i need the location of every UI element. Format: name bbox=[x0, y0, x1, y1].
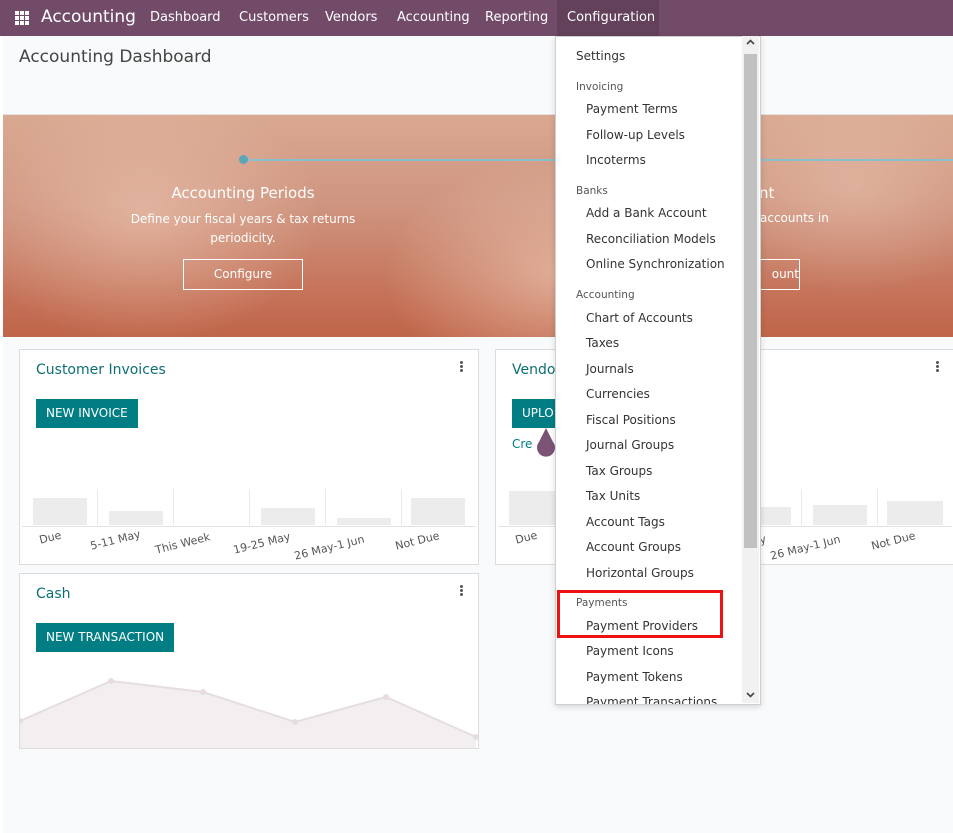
menu-item-add-bank-account[interactable]: Add a Bank Account bbox=[586, 206, 707, 220]
menu-item-currencies[interactable]: Currencies bbox=[586, 387, 650, 401]
onboarding-banner: Accounting Periods Define your fiscal ye… bbox=[3, 115, 953, 337]
cash-card: Cash NEW TRANSACTION bbox=[19, 573, 479, 749]
top-navbar: Accounting Dashboard Customers Vendors A… bbox=[0, 0, 953, 36]
annotation-highlight-box bbox=[557, 590, 723, 638]
menu-customers[interactable]: Customers bbox=[239, 10, 309, 25]
step-description-line: Define your fiscal years & tax returns bbox=[130, 212, 356, 226]
menu-item-follow-up-levels[interactable]: Follow-up Levels bbox=[586, 128, 685, 142]
menu-item-incoterms[interactable]: Incoterms bbox=[586, 153, 646, 167]
cash-line-chart[interactable] bbox=[20, 669, 478, 748]
drag-handle-icon bbox=[537, 428, 555, 457]
page-title: Accounting Dashboard bbox=[19, 47, 212, 67]
onboarding-step-dot bbox=[239, 155, 248, 164]
card-title[interactable]: Cash bbox=[36, 586, 71, 602]
menu-item-chart-of-accounts[interactable]: Chart of Accounts bbox=[586, 311, 693, 325]
menu-item-online-synchronization[interactable]: Online Synchronization bbox=[586, 257, 725, 271]
menu-reporting[interactable]: Reporting bbox=[485, 10, 548, 25]
section-header-accounting: Accounting bbox=[576, 289, 635, 301]
chart-tick-label: 5-11 May bbox=[89, 527, 142, 553]
chart-tick-label: 19-25 May bbox=[232, 529, 292, 557]
create-manually-link[interactable]: Cre bbox=[512, 437, 532, 451]
kebab-menu-icon[interactable] bbox=[460, 361, 464, 373]
section-header-banks: Banks bbox=[576, 185, 608, 197]
step-description-line: periodicity. bbox=[210, 231, 276, 245]
menu-item-settings[interactable]: Settings bbox=[576, 49, 625, 63]
step-accounting-periods-title: Accounting Periods bbox=[171, 184, 315, 202]
chevron-down-icon[interactable] bbox=[746, 690, 755, 702]
menu-accounting[interactable]: Accounting bbox=[397, 10, 470, 25]
kebab-menu-icon[interactable] bbox=[460, 585, 464, 597]
dropdown-scrollbar[interactable] bbox=[742, 36, 759, 703]
configure-button[interactable]: Configure bbox=[183, 259, 303, 290]
new-transaction-button[interactable]: NEW TRANSACTION bbox=[36, 623, 175, 652]
card-title[interactable]: Customer Invoices bbox=[36, 362, 166, 378]
menu-item-tax-units[interactable]: Tax Units bbox=[586, 489, 640, 503]
chart-tick-label: This Week bbox=[154, 530, 212, 557]
chart-tick-label: Due bbox=[38, 528, 63, 547]
new-invoice-button[interactable]: NEW INVOICE bbox=[36, 399, 138, 428]
menu-item-journals[interactable]: Journals bbox=[586, 362, 634, 376]
app-brand[interactable]: Accounting bbox=[41, 7, 136, 27]
kebab-menu-icon[interactable] bbox=[936, 361, 940, 373]
scrollbar-thumb[interactable] bbox=[744, 54, 757, 548]
menu-dashboard[interactable]: Dashboard bbox=[150, 10, 221, 25]
menu-item-journal-groups[interactable]: Journal Groups bbox=[586, 438, 674, 452]
menu-item-tax-groups[interactable]: Tax Groups bbox=[586, 464, 652, 478]
chevron-up-icon[interactable] bbox=[746, 38, 755, 50]
menu-item-horizontal-groups[interactable]: Horizontal Groups bbox=[586, 566, 694, 580]
step-accounting-periods-description: Define your fiscal years & tax returns p… bbox=[123, 210, 363, 248]
section-header-invoicing: Invoicing bbox=[576, 81, 624, 93]
menu-item-fiscal-positions[interactable]: Fiscal Positions bbox=[586, 413, 676, 427]
menu-item-payment-terms[interactable]: Payment Terms bbox=[586, 102, 678, 116]
menu-vendors[interactable]: Vendors bbox=[325, 10, 377, 25]
menu-item-payment-transactions[interactable]: Payment Transactions bbox=[586, 695, 717, 704]
menu-item-account-groups[interactable]: Account Groups bbox=[586, 540, 681, 554]
menu-item-payment-icons[interactable]: Payment Icons bbox=[586, 644, 674, 658]
menu-item-account-tags[interactable]: Account Tags bbox=[586, 515, 665, 529]
chart-tick-label: Not Due bbox=[870, 529, 917, 553]
customer-invoices-card: Customer Invoices NEW INVOICE Due 5-11 M… bbox=[19, 349, 479, 565]
chart-tick-label: 26 May-1 Jun bbox=[293, 532, 366, 563]
chart-tick-label: Not Due bbox=[394, 529, 441, 553]
menu-item-reconciliation-models[interactable]: Reconciliation Models bbox=[586, 232, 716, 246]
step-chart-of-accounts-title: nt bbox=[759, 184, 775, 202]
chart-tick-label: Due bbox=[514, 528, 539, 547]
apps-grid-icon[interactable] bbox=[15, 11, 29, 25]
menu-item-taxes[interactable]: Taxes bbox=[586, 336, 619, 350]
chart-baseline bbox=[22, 526, 476, 527]
menu-item-payment-tokens[interactable]: Payment Tokens bbox=[586, 670, 683, 684]
card-title[interactable]: Vendo bbox=[512, 362, 555, 378]
chart-tick-label: 26 May-1 Jun bbox=[769, 532, 842, 563]
step-chart-of-accounts-description: accounts in bbox=[760, 211, 829, 225]
menu-configuration[interactable]: Configuration bbox=[567, 10, 655, 25]
